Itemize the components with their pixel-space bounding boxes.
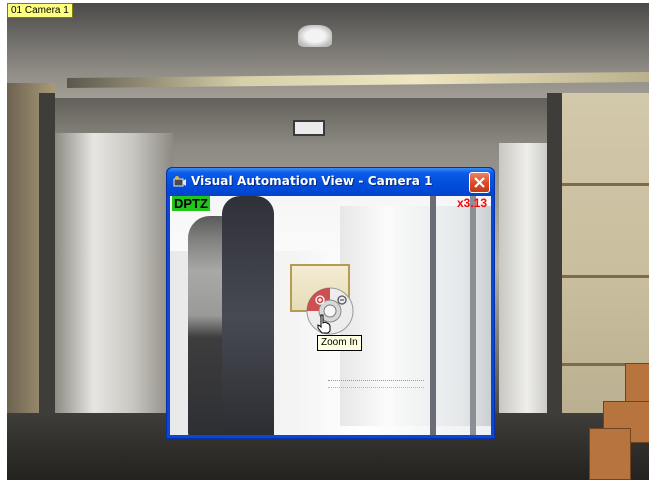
feed-person [222,196,274,435]
window-title: Visual Automation View - Camera 1 [191,174,433,188]
feed-floor-marking [328,380,424,388]
camera-app-icon [173,176,186,187]
camera-label: 01 Camera 1 [7,3,73,18]
feed-door-edge [430,196,436,435]
scene-wall-panel-line [562,275,649,278]
visual-automation-window[interactable]: Visual Automation View - Camera 1 DPTZ x… [166,167,495,439]
zoom-level-indicator: x3.13 [456,196,487,210]
scene-ceiling-lamp [298,25,332,47]
feed-glass-wall [340,206,491,426]
scene-box [589,428,631,480]
feed-door-edge [470,196,476,435]
dptz-mode-badge: DPTZ [172,196,210,211]
window-title-bar[interactable]: Visual Automation View - Camera 1 [167,168,494,196]
scene-exit-sign [293,120,325,136]
hand-pointer-icon [317,314,331,334]
zoom-in-tooltip: Zoom In [317,335,362,351]
window-client-area[interactable]: DPTZ x3.13 Zoom In [170,196,491,435]
scene-door-frame [547,93,563,423]
close-button[interactable] [469,172,490,193]
scene-box [625,363,649,403]
scene-door-frame [39,93,55,423]
scene-door-left [41,133,173,418]
scene-wall-panel-line [562,183,649,186]
close-icon [474,177,485,188]
zoomed-camera-feed[interactable]: DPTZ x3.13 Zoom In [170,196,491,435]
